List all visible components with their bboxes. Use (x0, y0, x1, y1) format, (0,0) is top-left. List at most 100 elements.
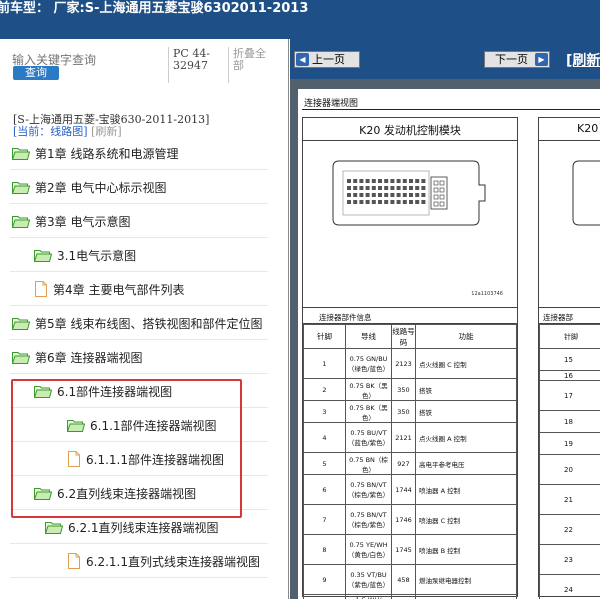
connector-pin (396, 179, 401, 183)
info-caption: 连接器部件信息 (303, 312, 517, 324)
table-row: 5 0.75 BN（棕色） 927 高电平参考电压 (303, 452, 517, 475)
connector-pin (359, 186, 364, 190)
table-cell: 点火线圈 C 控制 (415, 348, 517, 379)
connector-pin (378, 179, 382, 183)
table-cell (303, 594, 346, 599)
connector-pin (409, 193, 413, 197)
next-page-button[interactable]: 下一页 ▶ (484, 51, 550, 68)
table-cell: 0.75 BN/VT（棕色/紫色） (345, 474, 392, 505)
table-cell: 搭铁 (415, 378, 517, 401)
connector-pin (433, 201, 439, 207)
connector-pin (378, 200, 382, 204)
tree-item[interactable]: 第3章 电气示意图 (12, 210, 130, 232)
current-suffix: ] (83, 125, 88, 138)
table-cell: 21 (539, 484, 600, 515)
divider (168, 47, 169, 83)
table-cell: 8 (303, 534, 346, 565)
panel2-title: K20 (577, 122, 599, 135)
divider (10, 203, 268, 204)
tree-item[interactable]: 第6章 连接器端视图 (12, 346, 142, 368)
prev-page-button[interactable]: ◀ 上一页 (294, 51, 360, 68)
connector-pin (439, 187, 445, 193)
document-viewer: ◀ 上一页 下一页 ▶ [刷新 连接器端视图 K20 发动机控制模块 12a11… (290, 39, 600, 599)
pc-code: PC 44-32947 (173, 47, 211, 72)
tree-item-label: 3.1电气示意图 (57, 248, 137, 263)
connector-diagram: 12a1103746 (303, 140, 517, 308)
tree-item[interactable]: 3.1电气示意图 (34, 244, 136, 266)
info-caption-2: 连接器部 (539, 312, 600, 324)
connector-pin (390, 186, 395, 190)
current-link[interactable]: 线路图 (50, 125, 83, 138)
tree-item-label: 6.2.1直列线束连接器端视图 (68, 520, 219, 535)
tree-item[interactable]: 第5章 线束布线图、搭铁视图和部件定位图 (12, 312, 262, 334)
table-row: 6 0.75 BN/VT（棕色/紫色） 1744 喷油器 A 控制 (303, 474, 517, 505)
connector-pin (402, 193, 407, 197)
connector-pin (378, 193, 382, 197)
table-cell: 1 (303, 348, 346, 379)
table-cell: 19 (539, 432, 600, 455)
table-cell: 2121 (391, 422, 416, 453)
table-row: 15 (539, 348, 600, 371)
image-code: 12a1103746 (471, 291, 503, 297)
table-cell: 1.5 WH/ (345, 594, 392, 599)
table-cell: 22 (539, 514, 600, 545)
table-cell: 15 (539, 348, 600, 371)
table-cell: 6 (303, 474, 346, 505)
tree-item[interactable]: 第1章 线路系统和电源管理 (12, 142, 178, 164)
collapse-all-button[interactable]: 折叠全部 (233, 48, 275, 72)
table-cell: 1746 (391, 504, 416, 535)
tree-item[interactable]: 6.2.1.1直列式线束连接器端视图 (67, 550, 260, 572)
left-panel: 查询 PC 44-32947 折叠全部 [S-上海通用五菱-宝骏630-2011… (0, 39, 289, 599)
folder-icon (12, 318, 30, 330)
table-row: 24 (539, 574, 600, 599)
table-cell: 0.75 YE/WH（黄色/白色） (345, 534, 392, 565)
table-cell: 3 (303, 400, 346, 423)
connector-pin (396, 200, 401, 204)
table-row: 7 0.75 BN/VT（棕色/紫色） 1746 喷油器 C 控制 (303, 504, 517, 535)
search-button[interactable]: 查询 (13, 66, 59, 80)
table-cell (415, 594, 517, 599)
folder-icon (45, 522, 63, 534)
table-row: 22 (539, 514, 600, 545)
table-row: 3 0.75 BK（黑色） 350 搭铁 (303, 400, 517, 423)
tree-item[interactable]: 第4章 主要电气部件列表 (34, 278, 184, 300)
table-cell: 0.75 GN/BU（绿色/蓝色） (345, 348, 392, 379)
table-cell: 0.35 VT/BU（紫色/蓝色） (345, 564, 392, 595)
connector-pin (409, 179, 413, 183)
top-bar: 前车型： 厂家:S-上海通用五菱宝骏6302011-2013 (0, 0, 600, 39)
connector-pin (421, 186, 426, 190)
refresh-link[interactable]: [刷新] (91, 125, 122, 138)
table-cell: 20 (539, 454, 600, 485)
connector-drawing (332, 160, 486, 226)
col-header: 针脚 (539, 324, 600, 349)
tree-item-label: 第1章 线路系统和电源管理 (35, 146, 179, 161)
connector-pin (353, 179, 358, 183)
viewer-toolbar: ◀ 上一页 下一页 ▶ [刷新 (290, 39, 600, 79)
table-row: 9 0.35 VT/BU（紫色/蓝色） 458 燃油泵继电器控制 (303, 564, 517, 595)
next-page-label: 下一页 (495, 53, 528, 66)
connector-pin (384, 200, 389, 204)
page-heading: 连接器端视图 (304, 99, 359, 109)
table-row: 21 (539, 484, 600, 515)
connector-pin (365, 186, 370, 190)
viewer-refresh-link[interactable]: [刷新 (566, 50, 600, 70)
tree-item[interactable]: 第2章 电气中心标示视图 (12, 176, 166, 198)
connector-pin (353, 186, 358, 190)
table-cell: 23 (539, 544, 600, 575)
connector-pin (390, 193, 395, 197)
table-cell: 2 (303, 378, 346, 401)
table-cell: 0.75 BN/VT（棕色/紫色） (345, 504, 392, 535)
connector-pin (415, 200, 420, 204)
table-row: 2 0.75 BK（黑色） 350 搭铁 (303, 378, 517, 401)
arrow-right-icon: ▶ (535, 53, 548, 66)
tree-item[interactable]: 6.2.1直列线束连接器端视图 (45, 516, 219, 538)
table-cell: 350 (391, 400, 416, 423)
pin-table: 针脚 导线 线路号码 功能 1 0.75 GN/BU（绿色/蓝色） 2123 点火线圈… (303, 324, 517, 599)
connector-pin (353, 193, 358, 197)
divider (10, 577, 268, 578)
connector-pin (384, 186, 389, 190)
table-row: 8 0.75 YE/WH（黄色/白色） 1745 喷油器 B 控制 (303, 534, 517, 565)
divider (10, 237, 268, 238)
table-row: 1 0.75 GN/BU（绿色/蓝色） 2123 点火线圈 C 控制 (303, 348, 517, 379)
tree-item-label: 第6章 连接器端视图 (35, 350, 143, 365)
